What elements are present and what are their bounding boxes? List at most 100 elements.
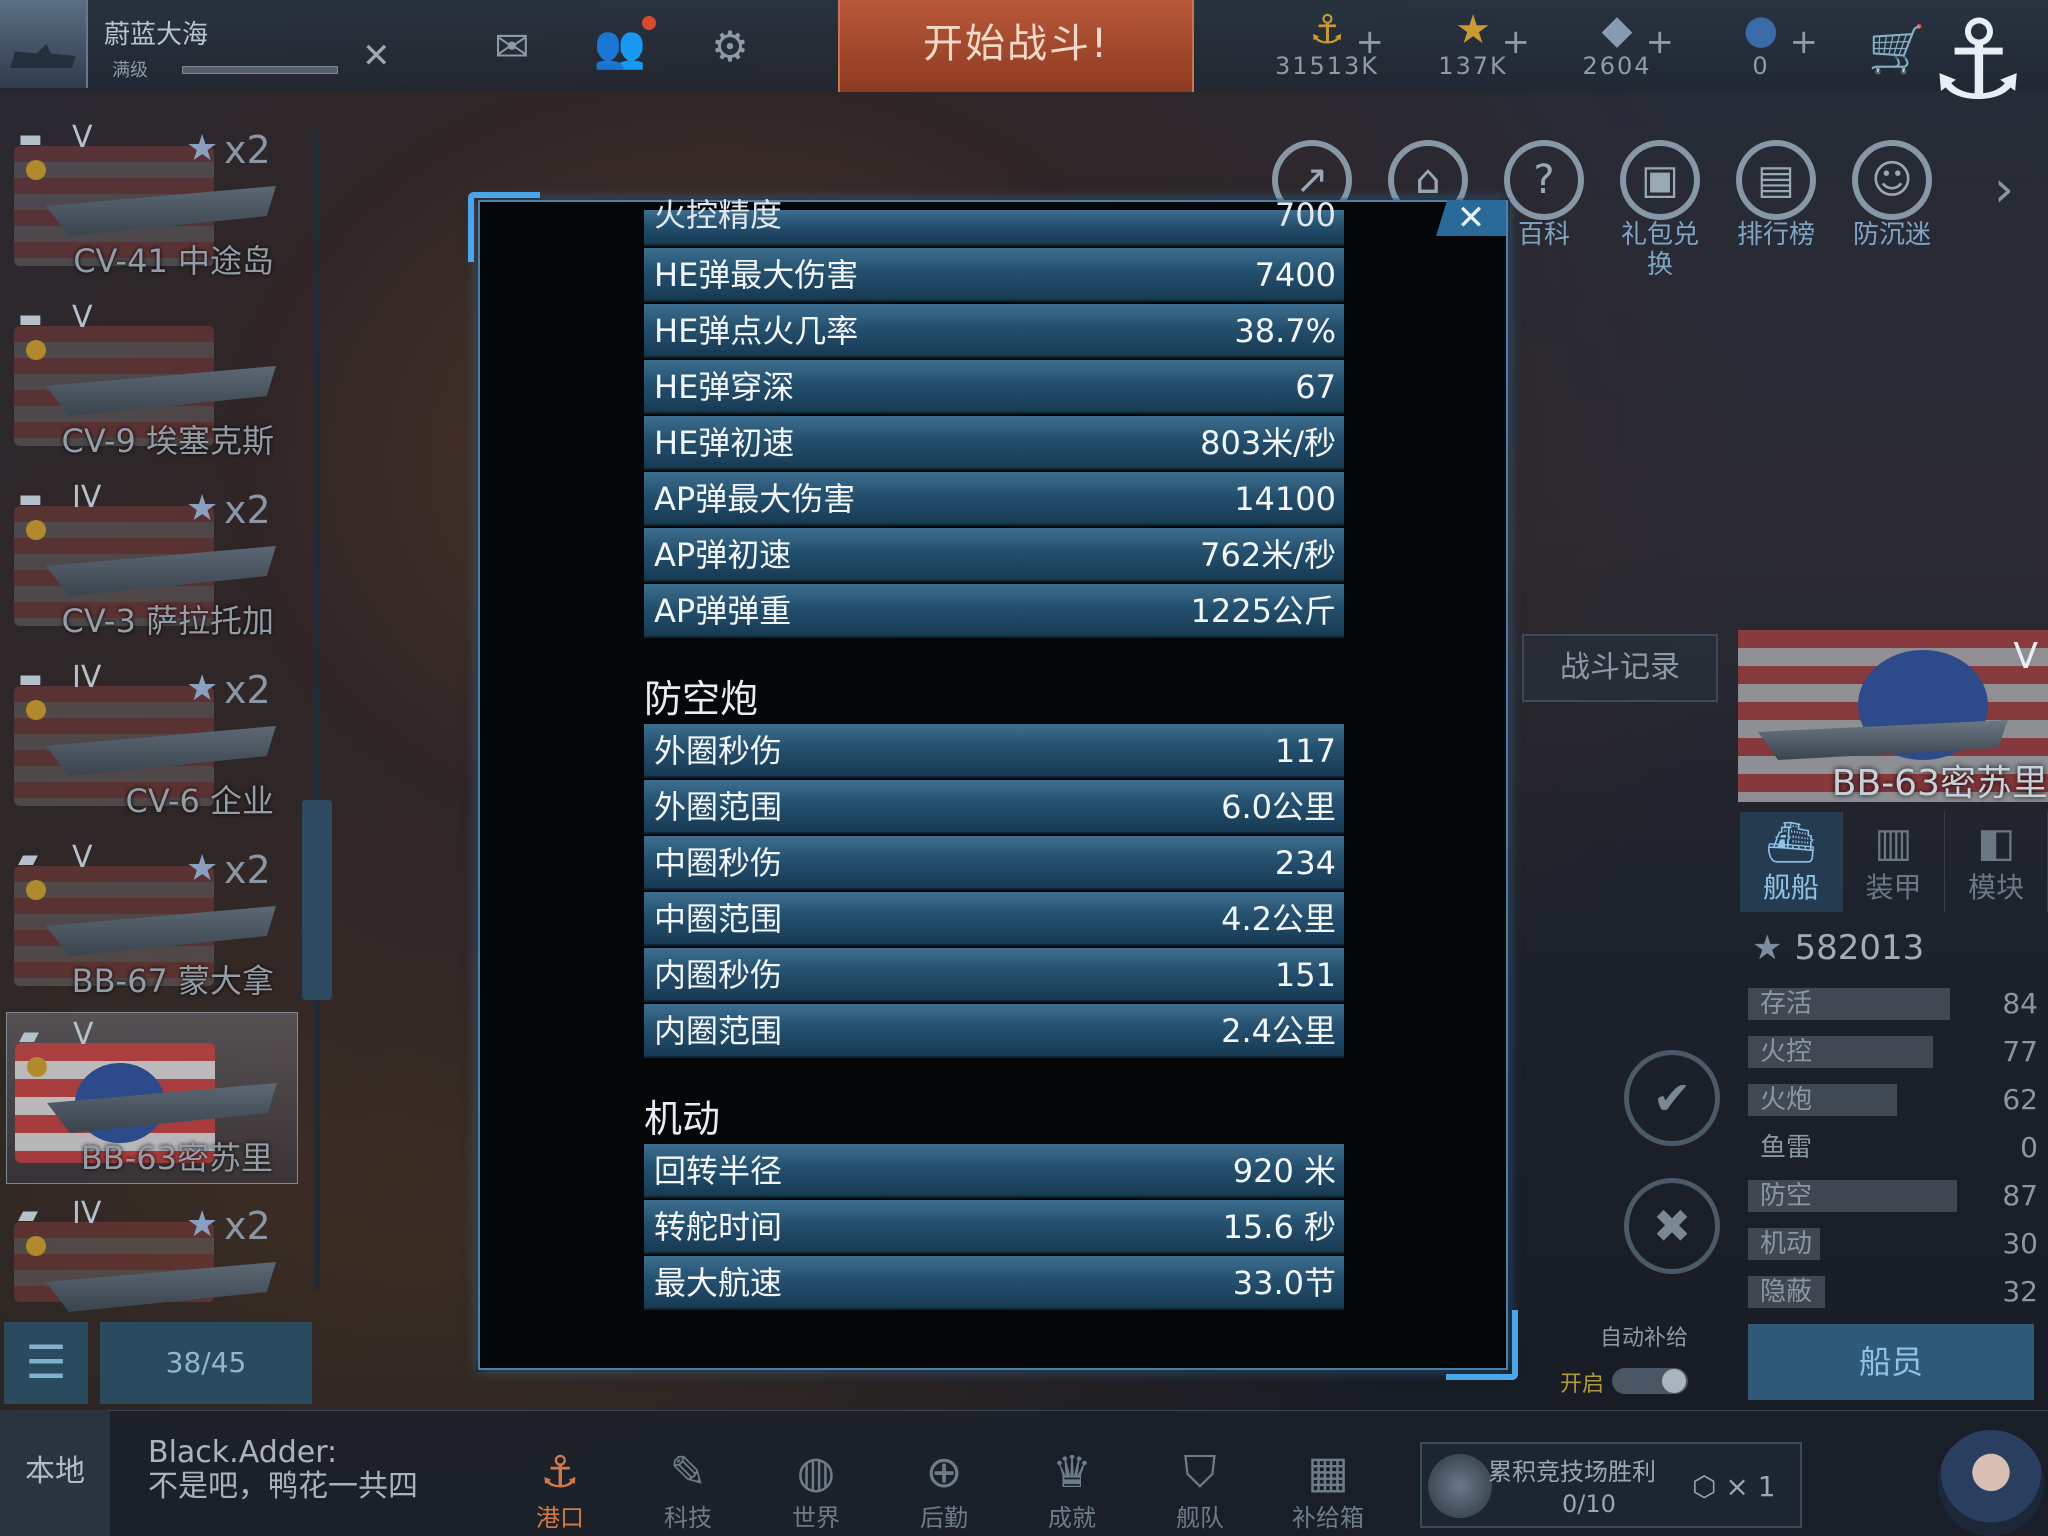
ship-list-item[interactable]: ▬ V CV-9 埃塞克斯 [6, 296, 298, 468]
ship-tier: V [2013, 636, 2038, 677]
ship-name: BB-63密苏里 [1831, 763, 2048, 802]
stat-value: 38.7% [1234, 312, 1336, 350]
ship-tier: V [72, 300, 93, 335]
close-icon[interactable]: ✕ [1436, 200, 1506, 236]
coin-icon [26, 1236, 46, 1256]
ship-stat-label: 机动 [1760, 1229, 1813, 1259]
armor-icon: ▥ [1874, 820, 1913, 866]
stat-row: HE弹点火几率 38.7% [644, 304, 1344, 358]
coin-icon [26, 520, 46, 540]
ship-tier: V [72, 840, 93, 875]
friends-icon[interactable]: 👥 [590, 22, 650, 72]
coin-icon [26, 160, 46, 180]
ship-stat-value: 30 [2002, 1227, 2038, 1260]
toggle-switch[interactable] [1612, 1368, 1688, 1394]
repair-tools-icon[interactable]: ✖ [1624, 1178, 1720, 1274]
nav-fleet[interactable]: ⛉ 舰队 [1160, 1448, 1240, 1533]
nav-achievement[interactable]: ♛ 成就 [1032, 1448, 1112, 1533]
add-medal-button[interactable]: + [1502, 22, 1531, 62]
ship-stat-label: 鱼雷 [1760, 1133, 1813, 1163]
add-gold-button[interactable]: + [1356, 22, 1385, 62]
nav-tech[interactable]: ✎ 科技 [648, 1448, 728, 1533]
ship-list-scrollbar[interactable] [314, 130, 320, 1290]
stat-value: 15.6 秒 [1222, 1208, 1336, 1246]
ship-rating: ★ 582013 [1752, 928, 1925, 968]
quick-link-leaderboard[interactable]: ▤ 排行榜 [1728, 140, 1824, 270]
player-avatar[interactable] [0, 0, 88, 88]
tab-module[interactable]: ◧ 模块 [1945, 812, 2048, 912]
ship-stat-row: 隐蔽 32 [1748, 1274, 2038, 1310]
selected-ship-card[interactable]: V BB-63密苏里 [1738, 630, 2048, 802]
ship-list-item[interactable]: ▬ V ★ x2 CV-41 中途岛 [6, 116, 298, 288]
ship-list-item-selected[interactable]: ▰ V BB-63密苏里 [6, 1012, 298, 1184]
stat-label: HE弹初速 [654, 424, 795, 462]
gift-icon: ▣ [1620, 140, 1700, 220]
stat-label: 内圈秒伤 [654, 956, 783, 994]
notification-dot [642, 16, 656, 30]
stat-row: AP弹弹重 1225公斤 [644, 584, 1344, 638]
ship-name: CV-9 埃塞克斯 [61, 422, 274, 460]
start-battle-button[interactable]: 开始战斗! [838, 0, 1194, 92]
settings-gear-icon[interactable]: ⚙ [700, 22, 760, 72]
stat-value: 14100 [1234, 480, 1336, 518]
local-chat-tab[interactable]: 本地 [0, 1410, 110, 1536]
chat-message[interactable]: Black.Adder: 不是吧，鸭花一共四 [148, 1436, 418, 1504]
diamond-resource[interactable]: ◆ + 2604 [1552, 8, 1682, 88]
nav-logistics[interactable]: ⊕ 后勤 [904, 1448, 984, 1533]
crew-button[interactable]: 船员 [1748, 1324, 2034, 1400]
stat-label: 回转半径 [654, 1152, 783, 1190]
quick-link-anti-addiction[interactable]: ☺ 防沉迷 [1844, 140, 1940, 270]
gold-resource[interactable]: ⚓ + 31513K [1262, 8, 1392, 88]
chevron-right-icon[interactable]: › [1994, 160, 2034, 230]
add-token-button[interactable]: + [1790, 22, 1819, 62]
ship-stat-label: 存活 [1760, 989, 1813, 1019]
carrier-icon: ▬ [18, 304, 43, 334]
anchor-logo-icon[interactable]: ⚓ [1918, 0, 2038, 128]
token-resource[interactable]: ● + 0 [1696, 8, 1826, 88]
shop-cart-icon[interactable]: 🛒 [1868, 22, 1925, 77]
rank-wings-icon[interactable]: ✕ [362, 36, 391, 76]
ship-stat-value: 32 [2002, 1275, 2038, 1308]
arena-quest[interactable]: 累积竞技场胜利 0/10 ⬡ × 1 [1420, 1442, 1802, 1528]
tab-armor[interactable]: ▥ 装甲 [1843, 812, 1946, 912]
ship-list-scroll-thumb[interactable] [302, 800, 332, 1000]
nav-port[interactable]: ⚓ 港口 [520, 1448, 600, 1533]
stat-row: 内圈秒伤 151 [644, 948, 1344, 1002]
ship-name: BB-63密苏里 [80, 1139, 273, 1177]
battle-log-button[interactable]: 战斗记录 [1522, 634, 1718, 702]
add-diamond-button[interactable]: + [1646, 22, 1675, 62]
mail-icon[interactable]: ✉ [482, 22, 542, 72]
quick-link-wiki[interactable]: ? 百科 [1496, 140, 1592, 270]
ship-list-item[interactable]: ▬ IV ★ x2 CV-6 企业 [6, 656, 298, 828]
medal-resource[interactable]: ★ + 137K [1408, 8, 1538, 88]
star-icon: ★ [186, 848, 219, 889]
ship-stat-label: 隐蔽 [1760, 1277, 1813, 1307]
stat-value: 4.2公里 [1221, 900, 1336, 938]
fleet-icon: ⛉ [1183, 1447, 1217, 1498]
list-view-icon[interactable]: ☰ [4, 1322, 88, 1404]
ship-list-item[interactable]: ▬ IV ★ x2 CV-3 萨拉托加 [6, 476, 298, 648]
nav-world[interactable]: ◍ 世界 [776, 1448, 856, 1533]
quick-link-gift[interactable]: ▣ 礼包兑换 [1612, 140, 1708, 280]
rank-badge-icon[interactable]: ✔ [1624, 1050, 1720, 1146]
stat-value: 2.4公里 [1221, 1012, 1336, 1050]
aa-section-title: 防空炮 [644, 677, 759, 721]
leaderboard-icon: ▤ [1736, 140, 1816, 220]
stat-value: 1225公斤 [1190, 592, 1336, 630]
nav-supply-box[interactable]: ▦ 补给箱 [1288, 1448, 1368, 1533]
stat-row: 回转半径 920 米 [644, 1144, 1344, 1198]
assistant-avatar[interactable] [1938, 1430, 2044, 1536]
ship-tier: IV [72, 660, 102, 695]
ship-multiplier: x2 [224, 488, 271, 532]
ship-stat-row: 防空 87 [1748, 1178, 2038, 1214]
player-name: 蔚蓝大海 [104, 20, 209, 50]
stat-row: 最大航速 33.0节 [644, 1256, 1344, 1310]
xp-bar [182, 66, 338, 74]
battleship-icon: ▰ [19, 1021, 39, 1051]
auto-supply-toggle[interactable]: 自动补给 开启 [1540, 1310, 1720, 1410]
ship-list-item[interactable]: ▰ IV ★ x2 [6, 1192, 298, 1312]
tab-ship[interactable]: ⛴ 舰船 [1740, 812, 1843, 912]
ship-stat-row: 火控 77 [1748, 1034, 2038, 1070]
ship-list-item[interactable]: ▰ V ★ x2 BB-67 蒙大拿 [6, 836, 298, 1008]
star-icon: ★ [186, 128, 219, 169]
